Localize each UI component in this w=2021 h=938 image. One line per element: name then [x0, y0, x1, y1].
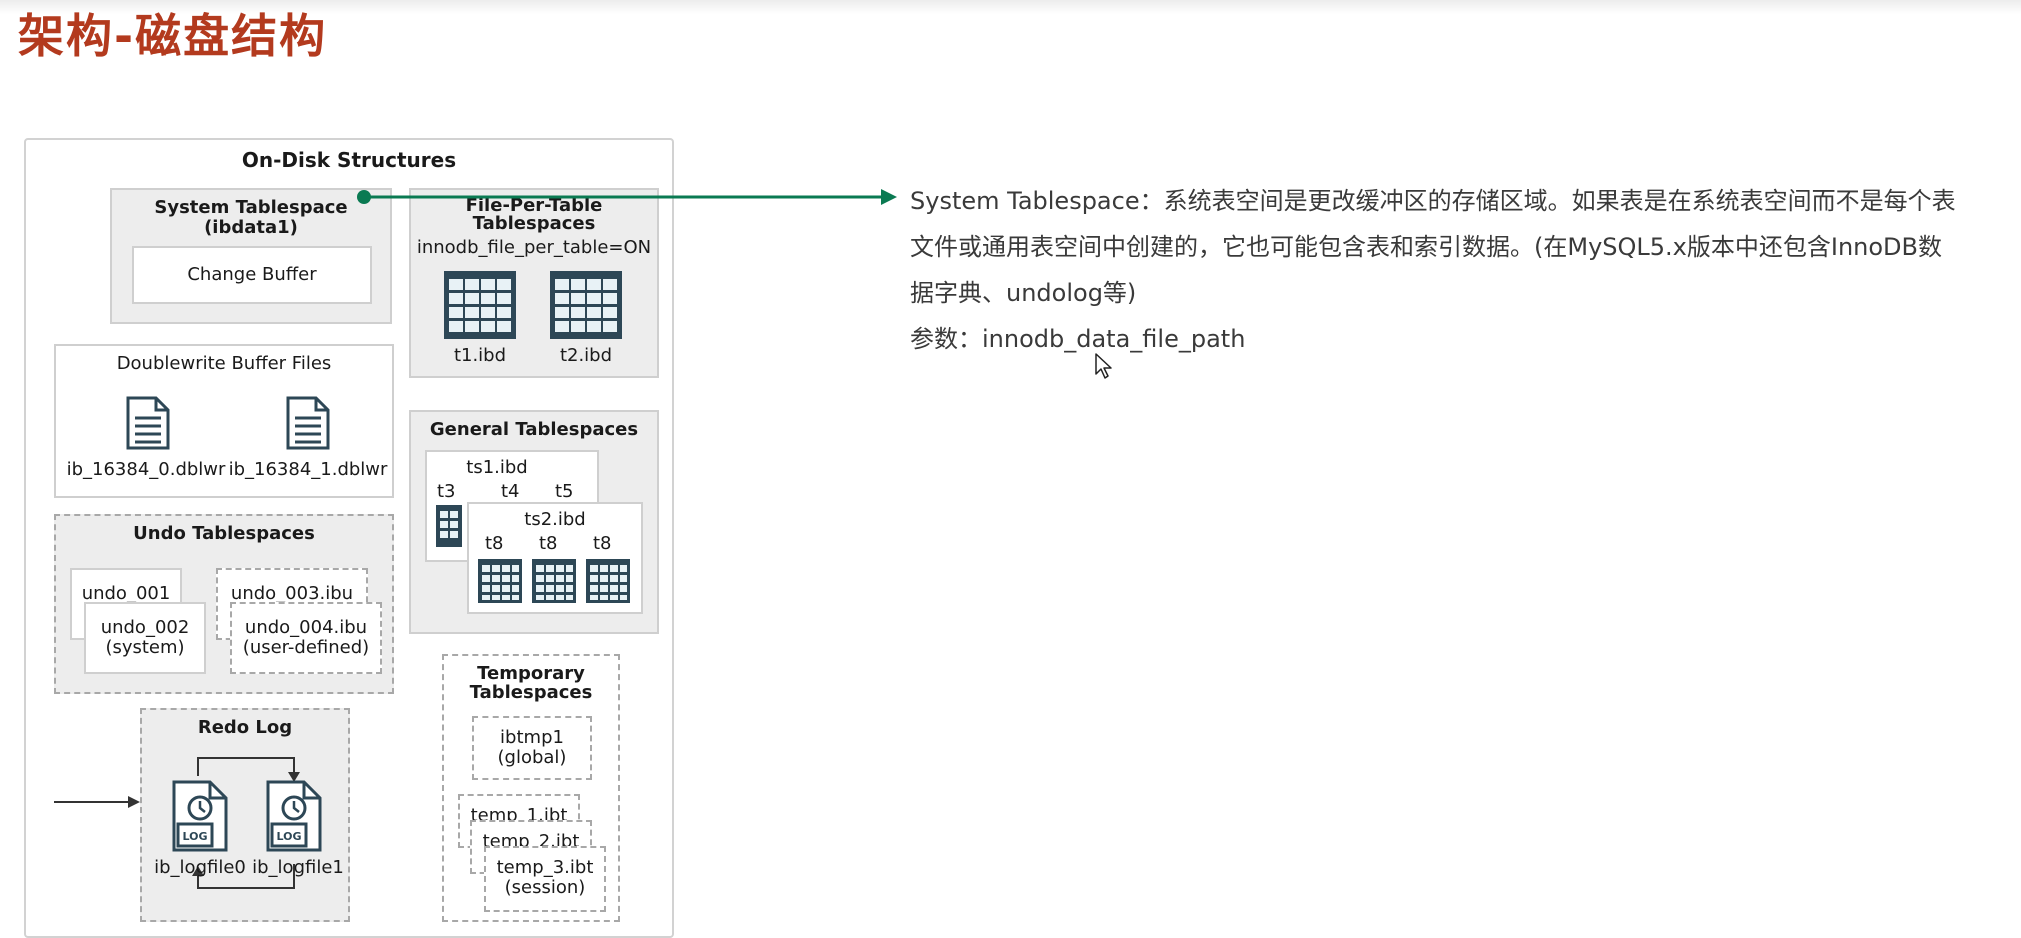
description-line-1: System Tablespace：系统表空间是更改缓冲区的存储区域。如果表是在… [910, 187, 1956, 215]
ib-logfile1-log-icon: LOG [266, 780, 322, 852]
temporary-tablespaces-label-1: Temporary [477, 663, 585, 684]
redo-log-box: Redo Log LOG LOG ib_logfile0 ib_logfile1 [140, 708, 350, 922]
page-title: 架构-磁盘结构 [18, 9, 328, 63]
dblwr-0-file-label: ib_16384_0.dblwr [66, 459, 226, 480]
description-line-3: 据字典、undolog等) [910, 279, 1137, 307]
ts1-t4-label: t4 [501, 481, 520, 502]
on-disk-structures-diagram: On-Disk Structures System Tablespace (ib… [24, 138, 674, 938]
t2-file-label: t2.ibd [559, 345, 613, 366]
ts1-t5-label: t5 [555, 481, 574, 502]
doublewrite-box: Doublewrite Buffer Files ib_16384_0.dblw… [54, 344, 394, 498]
change-buffer-box: Change Buffer [132, 246, 372, 304]
system-tablespace-label: System Tablespace [154, 197, 348, 218]
ts2-t8-label-2: t8 [539, 533, 558, 554]
temporary-tablespaces-label-2: Tablespaces [469, 682, 593, 703]
t1-table-icon [444, 271, 516, 339]
undo-tablespaces-label: Undo Tablespaces [133, 523, 315, 544]
file-per-table-setting: innodb_file_per_table=ON [416, 237, 652, 258]
ib-logfile0-log-icon: LOG [172, 780, 228, 852]
ibtmp1-sub: (global) [497, 747, 567, 768]
undo-001-label: undo_001 [81, 583, 171, 604]
ts1-table-icon [436, 505, 462, 547]
description-line-2: 文件或通用表空间中创建的，它也可能包含表和索引数据。(在MySQL5.x版本中还… [910, 233, 1942, 261]
svg-text:LOG: LOG [183, 830, 208, 843]
ts2-t8-label-1: t8 [485, 533, 504, 554]
undo-004-sub: (user-defined) [242, 637, 370, 658]
ib-logfile0-label: ib_logfile0 [154, 857, 246, 878]
change-buffer-label: Change Buffer [187, 264, 317, 285]
redo-log-input-arrow [54, 796, 140, 808]
mouse-cursor-icon [1095, 353, 1112, 379]
ib-logfile1-label: ib_logfile1 [252, 857, 344, 878]
undo-003-label: undo_003.ibu [230, 583, 354, 604]
file-per-table-box: File-Per-Table Tablespaces innodb_file_p… [409, 188, 659, 378]
t2-table-icon [550, 271, 622, 339]
system-tablespace-callout-arrow [357, 189, 897, 205]
system-tablespace-box: System Tablespace (ibdata1) Change Buffe… [110, 188, 392, 324]
system-tablespace-file: (ibdata1) [204, 217, 298, 238]
ts2-t8-table-icon-3 [586, 559, 630, 603]
dblwr-1-file-icon [286, 396, 330, 450]
undo-004-label: undo_004.ibu [244, 617, 368, 638]
ts2-t8-label-3: t8 [593, 533, 612, 554]
undo-002-sub: (system) [105, 637, 185, 658]
diagram-title: On-Disk Structures [241, 148, 457, 172]
undo-002-label: undo_002 [100, 617, 190, 638]
description-param: 参数：innodb_data_file_path [910, 325, 1246, 353]
t1-file-label: t1.ibd [453, 345, 507, 366]
temp3-sub: (session) [504, 877, 586, 898]
general-tablespaces-label: General Tablespaces [429, 419, 639, 440]
undo-tablespaces-box: Undo Tablespaces undo_001 undo_002 (syst… [54, 514, 394, 694]
ts1-t3-label: t3 [437, 481, 456, 502]
ibtmp1-box: ibtmp1 (global) [472, 716, 592, 780]
ts2-box: ts2.ibd t8 t8 t8 [467, 502, 643, 614]
temp3-label: temp_3.ibt [496, 857, 594, 878]
ts1-label: ts1.ibd [466, 457, 528, 478]
undo-004-box: undo_004.ibu (user-defined) [230, 602, 382, 674]
dblwr-1-file-label: ib_16384_1.dblwr [228, 459, 388, 480]
svg-text:LOG: LOG [277, 830, 302, 843]
dblwr-0-file-icon [126, 396, 170, 450]
ts2-t8-table-icon-1 [478, 559, 522, 603]
general-tablespaces-box: General Tablespaces ts1.ibd t3 t4 t5 ts2… [409, 410, 659, 634]
temp3-box: temp_3.ibt (session) [484, 846, 606, 912]
undo-002-box: undo_002 (system) [84, 602, 206, 674]
ts2-t8-table-icon-2 [532, 559, 576, 603]
ibtmp1-label: ibtmp1 [500, 727, 564, 748]
ts2-label: ts2.ibd [524, 509, 586, 530]
file-per-table-label-2: Tablespaces [472, 213, 596, 234]
doublewrite-label: Doublewrite Buffer Files [116, 353, 332, 374]
temporary-tablespaces-box: Temporary Tablespaces ibtmp1 (global) te… [442, 654, 620, 922]
